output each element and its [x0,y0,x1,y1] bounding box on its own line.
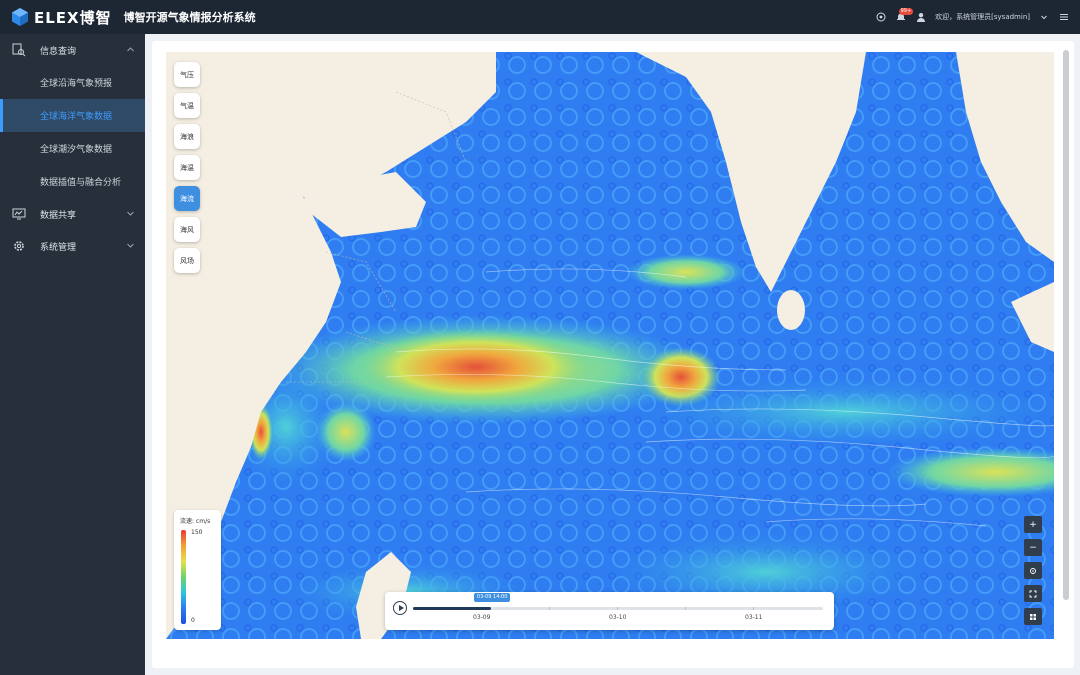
layer-button-pressure[interactable]: 气压 [174,62,200,87]
sidebar-group-label: 系统管理 [40,242,77,253]
sidebar-item-coastal-forecast[interactable]: 全球沿海气象预报 [0,66,145,99]
layer-switcher: 气压 气温 海浪 海温 海流 海风 风场 [174,62,200,273]
top-header: ELEX博智 博智开源气象情报分析系统 99+ 欢迎，系统管理员[sysadmi… [0,0,1080,34]
current-time-tooltip: 03-09 14:00 [473,593,511,602]
chevron-down-icon[interactable] [1038,11,1050,23]
layer-button-currents[interactable]: 海流 [174,186,200,211]
sidebar-group-label: 数据共享 [40,210,77,221]
sidebar-item-label: 数据插值与融合分析 [40,178,122,188]
layer-button-sea-wind[interactable]: 海风 [174,217,200,242]
time-label: 03-11 [745,614,763,621]
gear-icon [14,241,24,251]
sidebar-group-system[interactable]: 系统管理 [0,230,145,262]
welcome-text[interactable]: 欢迎，系统管理员[sysadmin] [935,12,1030,22]
header-actions: 99+ 欢迎，系统管理员[sysadmin] [875,0,1070,34]
time-tick [685,607,686,610]
sidebar-item-interpolation[interactable]: 数据插值与融合分析 [0,165,145,198]
sidebar-item-label: 全球潮汐气象数据 [40,145,113,155]
sidebar: 信息查询 全球沿海气象预报 全球海洋气象数据 全球潮汐气象数据 数据插值与融合分… [0,34,145,675]
locate-button[interactable] [1024,562,1042,579]
menu-icon[interactable] [1058,11,1070,23]
legend-color-bar [181,530,186,624]
layer-button-waves[interactable]: 海浪 [174,124,200,149]
time-tick [753,607,754,610]
map-canvas[interactable] [166,52,1054,639]
time-player: 03-09 14:00 03-09 03-10 03-11 [385,592,834,630]
layer-button-air-temp[interactable]: 气温 [174,93,200,118]
logo-cube-icon [12,8,28,26]
sidebar-group-info-query[interactable]: 信息查询 [0,34,145,66]
plus-icon: + [1029,519,1037,530]
grid-icon [1030,613,1036,620]
fullscreen-icon [1029,590,1037,597]
zoom-out-button[interactable]: − [1024,539,1042,556]
time-tick [549,607,550,610]
vertical-scrollbar[interactable] [1063,50,1069,600]
help-icon[interactable] [875,11,887,23]
sidebar-group-data-share[interactable]: 数据共享 [0,198,145,230]
time-label: 03-10 [609,614,627,621]
monitor-chart-icon [12,208,26,220]
layer-button-wind-field[interactable]: 风场 [174,248,200,273]
ocean-current-map[interactable] [166,52,1054,639]
app-logo: ELEX博智 [10,7,112,28]
notification-badge: 99+ [898,8,914,15]
time-slider-progress [413,607,491,610]
bell-icon[interactable]: 99+ [895,8,914,23]
logo-text: ELEX博智 [34,8,112,27]
legend-title: 流速: cm/s [180,518,211,525]
layers-grid-button[interactable] [1024,608,1042,625]
time-slider[interactable] [413,607,823,610]
sidebar-item-label: 全球海洋气象数据 [40,112,113,122]
legend-min: 0 [191,617,195,624]
fullscreen-button[interactable] [1024,585,1042,602]
locate-icon [1030,567,1036,574]
map-controls: + − [1024,516,1042,625]
search-doc-icon [12,43,26,57]
time-label: 03-09 [473,614,491,621]
color-legend: 流速: cm/s 150 0 [174,510,221,630]
legend-max: 150 [191,529,203,536]
chevron-up-icon [127,47,134,52]
layer-button-sea-temp[interactable]: 海温 [174,155,200,180]
play-button[interactable] [393,601,407,615]
sidebar-item-ocean-weather[interactable]: 全球海洋气象数据 [0,99,145,132]
user-icon [915,11,927,23]
sidebar-item-tide-weather[interactable]: 全球潮汐气象数据 [0,132,145,165]
chevron-down-icon [127,211,134,216]
chevron-down-icon [127,243,134,248]
minus-icon: − [1029,542,1037,553]
app-title: 博智开源气象情报分析系统 [123,11,256,24]
zoom-in-button[interactable]: + [1024,516,1042,533]
sidebar-group-label: 信息查询 [40,46,77,57]
time-tick [617,607,618,610]
sidebar-item-label: 全球沿海气象预报 [40,79,113,89]
